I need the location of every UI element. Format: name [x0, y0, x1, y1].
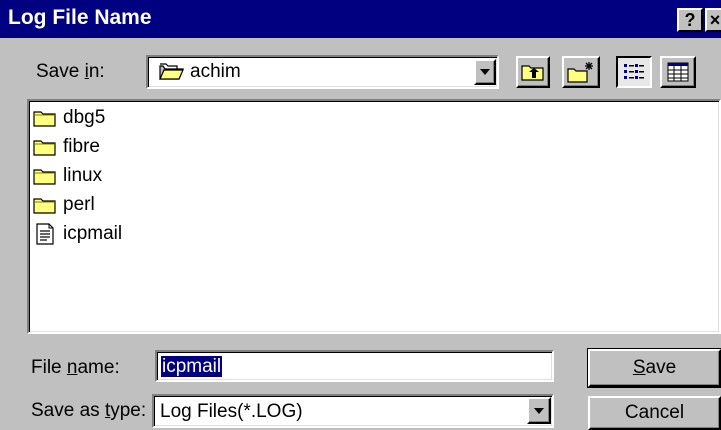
save-button[interactable]: Save [588, 349, 721, 387]
file-name-field[interactable]: icpmail [155, 350, 554, 382]
file-list[interactable]: dbg5 fibre linux perl icpmail [27, 99, 721, 334]
save-as-type-label: Save as type: [31, 400, 147, 421]
new-folder-button[interactable] [562, 56, 600, 88]
details-view-button[interactable] [660, 56, 696, 88]
folder-icon [33, 111, 56, 127]
save-as-type-dropdown-arrow[interactable] [527, 397, 551, 424]
file-name-label: File name: [31, 357, 120, 378]
new-folder-icon [567, 62, 593, 83]
folder-icon [159, 63, 184, 80]
up-folder-icon [521, 65, 544, 81]
save-as-type-value: Log Files(*.LOG) [160, 401, 303, 422]
list-view-icon [624, 64, 644, 79]
close-icon: × [709, 9, 721, 30]
list-item-label: icpmail [63, 223, 123, 244]
list-item-label: linux [63, 165, 103, 186]
list-item-folder[interactable]: fibre [33, 134, 100, 160]
list-item-label: dbg5 [63, 107, 106, 128]
chevron-down-icon [534, 407, 544, 414]
window-title: Log File Name [8, 6, 152, 29]
list-view-button[interactable] [616, 56, 652, 88]
up-one-level-button[interactable] [516, 56, 550, 88]
details-view-icon [667, 62, 689, 82]
save-in-value: achim [190, 61, 241, 82]
cancel-button[interactable]: Cancel [588, 396, 721, 430]
text-file-icon [36, 223, 54, 245]
list-item-file[interactable]: icpmail [33, 221, 122, 247]
save-as-type-dropdown[interactable]: Log Files(*.LOG) [152, 394, 554, 428]
folder-icon [33, 140, 56, 156]
folder-icon [33, 169, 56, 185]
save-in-dropdown-arrow[interactable] [474, 59, 496, 85]
list-item-label: perl [63, 194, 95, 215]
close-button[interactable]: × [705, 8, 721, 32]
list-item-folder[interactable]: dbg5 [33, 105, 105, 131]
list-item-label: fibre [63, 136, 100, 157]
save-in-label: Save in: [36, 61, 105, 82]
folder-icon [33, 198, 56, 214]
help-icon: ? [684, 9, 696, 30]
list-item-folder[interactable]: perl [33, 192, 95, 218]
help-button[interactable]: ? [677, 8, 703, 32]
chevron-down-icon [480, 69, 490, 75]
list-item-folder[interactable]: linux [33, 163, 102, 189]
file-name-value: icpmail [161, 356, 223, 377]
